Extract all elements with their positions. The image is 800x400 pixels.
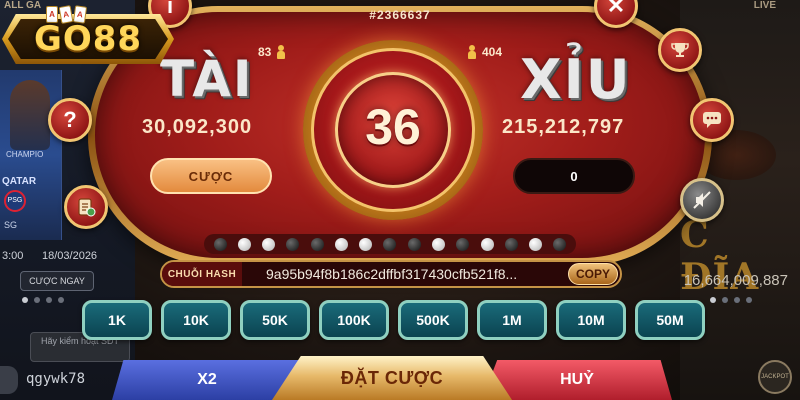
place-bet-button[interactable]: ĐẶT CƯỢC (272, 356, 512, 400)
history-dot-white (359, 237, 373, 251)
person-icon (277, 45, 286, 59)
match-card-shirt: QATAR (2, 176, 37, 187)
session-id: #2366637 (369, 8, 431, 22)
action-bar: X2 HUỶ ĐẶT CƯỢC (112, 356, 672, 400)
tai-title: TÀI (160, 50, 254, 108)
jackpot-badge-icon: JACKPOT (758, 360, 792, 394)
match-card-caption: SG (4, 220, 18, 230)
tai-player-count-value: 83 (258, 45, 272, 59)
history-dot-black (456, 237, 470, 251)
help-button[interactable]: ? (48, 98, 92, 142)
chip-50m[interactable]: 50M (635, 300, 705, 340)
carousel-dots (22, 297, 64, 303)
chip-100k[interactable]: 100K (319, 300, 389, 340)
history-dot-black (213, 237, 227, 251)
psg-badge-icon: PSG (4, 190, 26, 212)
chip-10m[interactable]: 10M (556, 300, 626, 340)
chip-1k[interactable]: 1K (82, 300, 152, 340)
history-dot-black (504, 237, 518, 251)
history-dot-white (529, 237, 543, 251)
tai-total-bet: 30,092,300 (142, 116, 253, 138)
cancel-bet-button[interactable]: HUỶ (482, 360, 672, 400)
xiu-title: XỈU (520, 48, 632, 111)
xiu-player-count: 404 (468, 44, 502, 60)
carousel-dots-right (710, 297, 752, 303)
bet-now-button[interactable]: CƯỢC NGAY (20, 271, 94, 291)
copy-hash-button[interactable]: COPY (568, 263, 618, 285)
live-label: LIVE (753, 0, 776, 11)
match-card-league: CHAMPIO (6, 150, 44, 159)
user-avatar[interactable] (0, 366, 18, 394)
countdown-timer: 36 (365, 99, 421, 155)
chat-button[interactable] (690, 98, 734, 142)
trophy-icon (671, 43, 689, 57)
tai-player-count: 83 (258, 44, 286, 60)
tai-bet-button[interactable]: CƯỢC (150, 158, 272, 194)
chip-50k[interactable]: 50K (240, 300, 310, 340)
match-card[interactable]: CHAMPIO QATAR PSG SG (0, 70, 62, 240)
history-dot-black (286, 237, 300, 251)
history-dot-white (334, 237, 348, 251)
scroll-icon (78, 198, 96, 217)
chip-10k[interactable]: 10K (161, 300, 231, 340)
logo-text: GO88 (33, 19, 143, 59)
history-dot-black (383, 237, 397, 251)
chip-1m[interactable]: 1M (477, 300, 547, 340)
match-time: 3:00 (2, 250, 24, 262)
rules-button[interactable] (64, 185, 108, 229)
jackpot-amount: 16,664,009,887 (683, 272, 788, 289)
sound-toggle-button[interactable] (680, 178, 724, 222)
result-history[interactable] (204, 234, 576, 254)
history-dot-black (310, 237, 324, 251)
match-date: 18/03/2026 (42, 250, 98, 262)
mute-icon (693, 191, 711, 209)
close-icon: ✕ (606, 0, 626, 18)
xiu-bet-input[interactable]: 0 (513, 158, 635, 194)
history-dot-white (480, 237, 494, 251)
chat-icon (703, 112, 721, 128)
xiu-player-count-value: 404 (482, 45, 503, 59)
xiu-total-bet: 215,212,797 (502, 116, 625, 138)
history-dot-black (553, 237, 567, 251)
chip-selector: 1K 10K 50K 100K 500K 1M 10M 50M (82, 300, 705, 342)
history-dot-white (432, 237, 446, 251)
double-bet-button[interactable]: X2 (112, 360, 302, 400)
hash-label: CHUỖI HASH (162, 262, 242, 286)
go88-logo: AAA GO88 (2, 5, 174, 70)
history-dot-white (237, 237, 251, 251)
leaderboard-button[interactable] (658, 28, 702, 72)
player-image (10, 80, 50, 150)
history-dot-black (407, 237, 421, 251)
username: qgywk78 (26, 371, 86, 387)
question-icon: ? (63, 107, 77, 132)
person-icon (468, 45, 476, 59)
hash-row: CHUỖI HASH 9a95b94f8b186c2dffbf317430cfb… (160, 260, 622, 288)
history-dot-white (262, 237, 276, 251)
chip-500k[interactable]: 500K (398, 300, 468, 340)
hash-value: 9a95b94f8b186c2dffbf317430cfb521f8... (266, 266, 518, 282)
